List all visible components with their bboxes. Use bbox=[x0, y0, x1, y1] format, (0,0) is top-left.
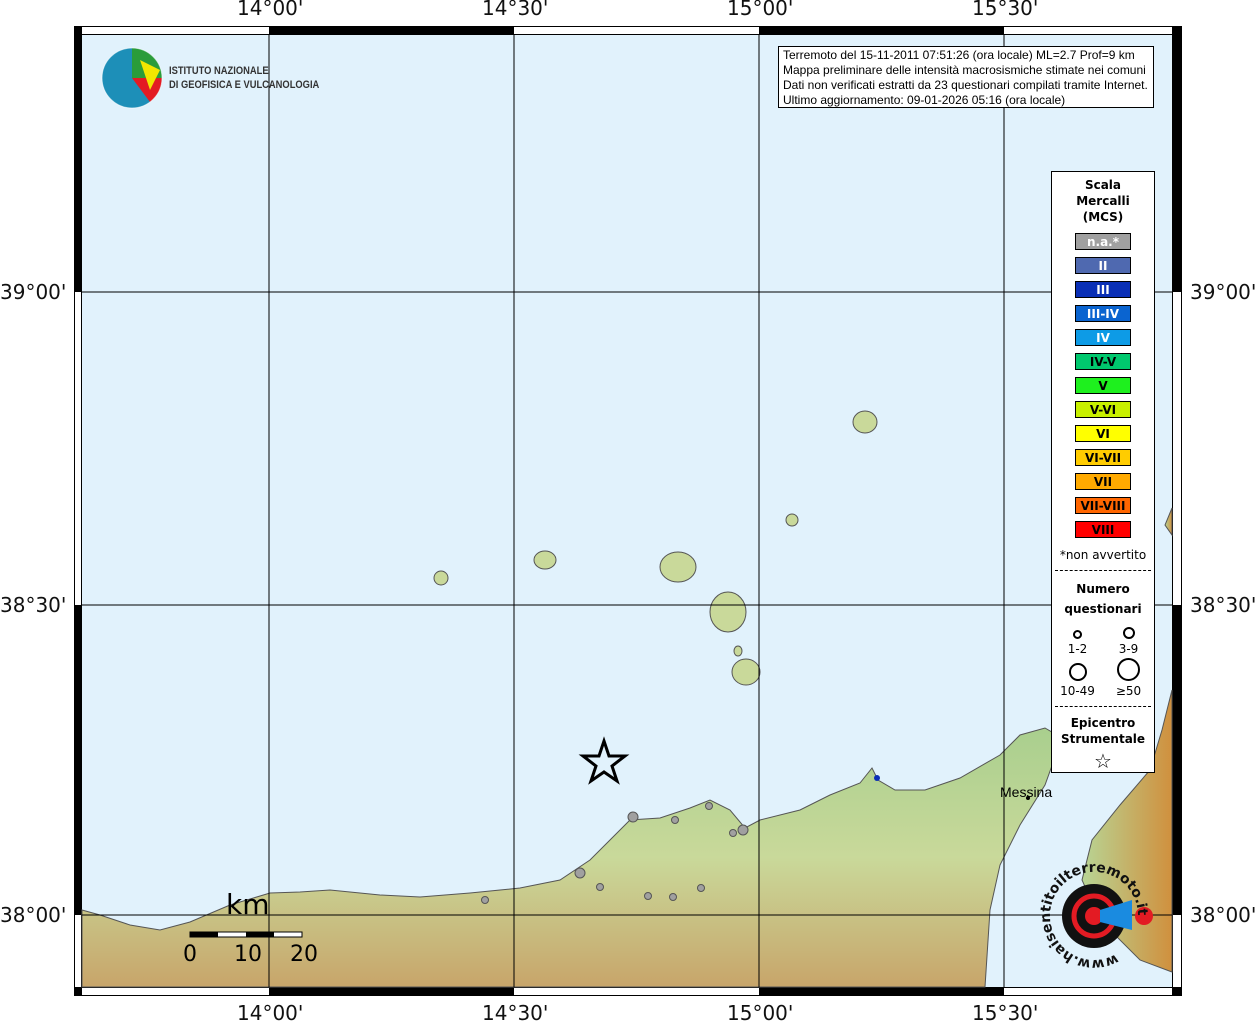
legend-swatch: V-VI bbox=[1075, 401, 1131, 418]
intensity-point-iii[interactable] bbox=[874, 775, 880, 781]
ingv-logo-icon bbox=[101, 47, 163, 109]
lon-label-bottom: 14°30' bbox=[482, 1001, 549, 1025]
place-label-messina: Messina bbox=[1000, 784, 1053, 800]
lat-label-right: 39°00' bbox=[1190, 280, 1255, 304]
intensity-point-na[interactable] bbox=[737, 824, 749, 836]
legend-swatch: VIII bbox=[1075, 521, 1131, 538]
intensity-point-na[interactable] bbox=[596, 883, 604, 891]
lon-label-bottom: 14°00' bbox=[237, 1001, 304, 1025]
legend-swatch: IV bbox=[1075, 329, 1131, 346]
event-info-box: Terremoto del 15-11-2011 07:51:26 (ora l… bbox=[778, 46, 1154, 108]
circle-small-icon bbox=[1073, 630, 1082, 639]
lon-label-bottom: 15°30' bbox=[972, 1001, 1039, 1025]
legend-swatch: VII bbox=[1075, 473, 1131, 490]
circle-medium-icon bbox=[1122, 627, 1135, 639]
lat-label-right: 38°00' bbox=[1190, 903, 1255, 927]
lon-label-top: 15°00' bbox=[727, 0, 794, 20]
intensity-point-na[interactable] bbox=[574, 867, 586, 879]
scale-unit: km bbox=[226, 888, 270, 921]
legend-swatch: III-IV bbox=[1075, 305, 1131, 322]
lat-label-left: 39°00' bbox=[0, 280, 67, 304]
lon-label-bottom: 15°00' bbox=[727, 1001, 794, 1025]
intensity-point-na[interactable] bbox=[697, 884, 705, 892]
legend-swatch: n.a.* bbox=[1075, 233, 1131, 250]
legend: Scala Mercalli (MCS) n.a.* II III III-IV IV IV-… bbox=[1051, 171, 1155, 773]
intensity-point-na[interactable] bbox=[705, 802, 713, 810]
intensity-point-na[interactable] bbox=[669, 893, 677, 901]
scale-tick: 20 bbox=[290, 942, 318, 967]
legend-title: Scala Mercalli (MCS) bbox=[1076, 178, 1130, 224]
na-note: *non avvertito bbox=[1059, 548, 1147, 562]
lat-label-right: 38°30' bbox=[1190, 593, 1255, 617]
intensity-point-na[interactable] bbox=[644, 892, 652, 900]
scale-bar bbox=[189, 931, 303, 938]
circle-large-icon bbox=[1068, 663, 1087, 681]
legend-swatch: VI bbox=[1075, 425, 1131, 442]
legend-swatch: II bbox=[1075, 257, 1131, 274]
legend-swatch: IV-V bbox=[1075, 353, 1131, 370]
lat-label-left: 38°00' bbox=[0, 903, 67, 927]
circle-xlarge-icon bbox=[1117, 658, 1140, 681]
lon-label-top: 14°30' bbox=[482, 0, 549, 20]
intensity-point-na[interactable] bbox=[729, 829, 737, 837]
lon-label-top: 14°00' bbox=[237, 0, 304, 20]
count-sizes: 1-2 3-9 10-49 ≥50 bbox=[1052, 627, 1154, 698]
lat-label-left: 38°30' bbox=[0, 593, 67, 617]
ingv-logo-text: ISTITUTO NAZIONALE DI GEOFISICA E VULCANO… bbox=[169, 65, 320, 91]
legend-swatch: VII-VIII bbox=[1075, 497, 1131, 514]
legend-swatch: III bbox=[1075, 281, 1131, 298]
legend-swatch: V bbox=[1075, 377, 1131, 394]
star-icon: ☆ bbox=[1094, 749, 1112, 773]
lon-label-top: 15°30' bbox=[972, 0, 1039, 20]
intensity-point-na[interactable] bbox=[481, 896, 489, 904]
intensity-point-na[interactable] bbox=[671, 816, 679, 824]
scale-tick: 0 bbox=[183, 942, 197, 967]
legend-swatch: VI-VII bbox=[1075, 449, 1131, 466]
scale-tick: 10 bbox=[234, 942, 262, 967]
intensity-point-na[interactable] bbox=[627, 811, 639, 823]
